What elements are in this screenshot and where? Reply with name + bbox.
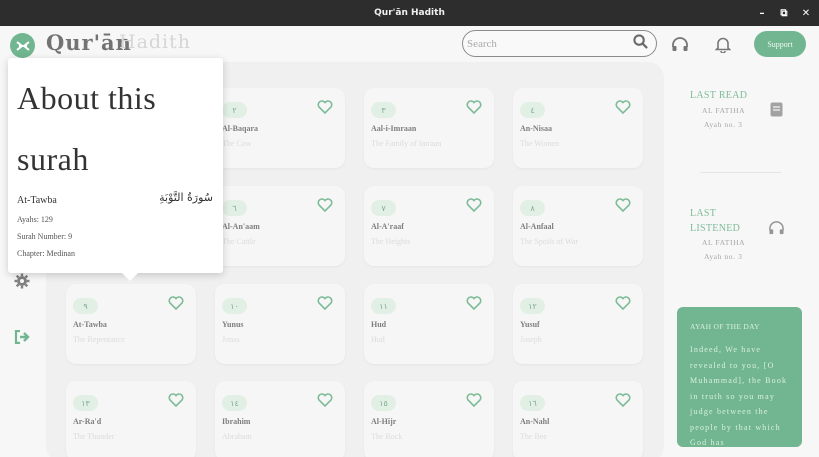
popover-arrow: [121, 272, 139, 281]
popover-arabic-name: سُورَةُ التَّوْبَةِ: [159, 191, 213, 204]
window-controls: – ⧉ ✕: [757, 0, 811, 26]
window-title: Qur'ān Hadith: [374, 8, 445, 18]
popover-ayahs: Ayahs: 129: [17, 215, 53, 224]
popover-chapter: Chapter: Medinan: [17, 249, 75, 258]
popover-surah-number: Surah Number: 9: [17, 232, 73, 241]
popover-title: About this surah: [17, 80, 157, 177]
app-window: Qur'ān Hadith Support ٢ Al-Baqara The Co…: [0, 26, 819, 457]
close-button[interactable]: ✕: [801, 8, 811, 19]
popover-surah-name: At-Tawba: [17, 195, 57, 206]
about-surah-popover: About this surah At-Tawba سُورَةُ التَّو…: [8, 58, 223, 273]
maximize-button[interactable]: ⧉: [779, 8, 789, 19]
minimize-button[interactable]: –: [757, 8, 767, 19]
window-titlebar: Qur'ān Hadith – ⧉ ✕: [0, 0, 819, 26]
